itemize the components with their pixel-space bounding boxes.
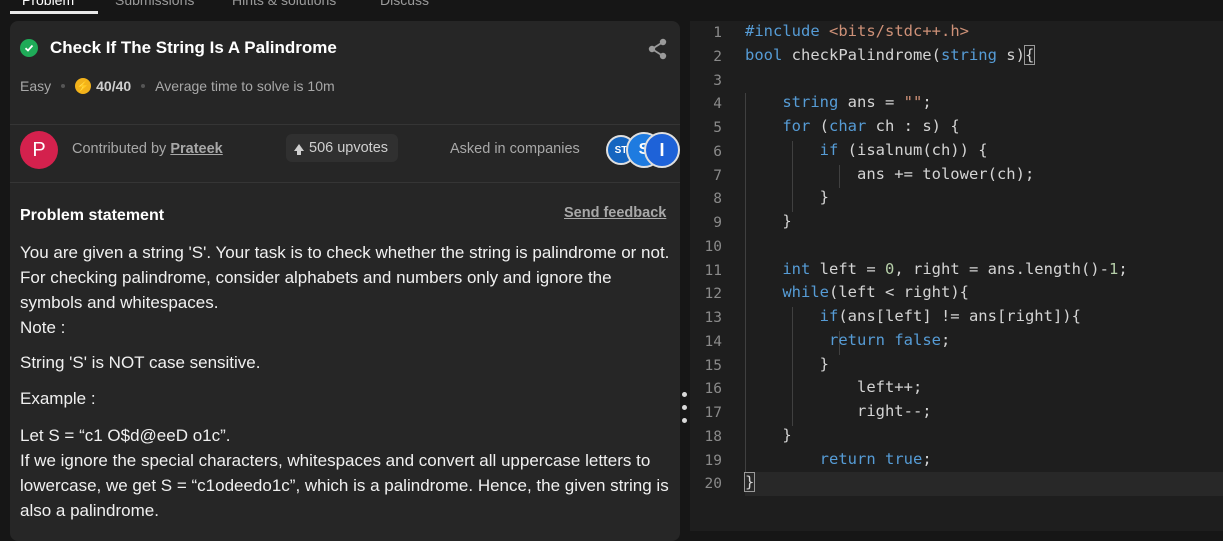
score-value: 40/40 [96,78,132,94]
code-line[interactable]: ans += tolower(ch); [745,165,1034,183]
line-number: 14 [704,333,722,350]
current-line-highlight [745,472,1223,496]
line-number: 8 [713,191,722,208]
separator-dot [61,84,66,88]
line-number: 18 [704,428,722,445]
line-number: 10 [704,238,722,255]
example-input: Let S = “c1 O$d@eeD o1c”. [20,426,231,445]
separator-dot [141,84,146,88]
tab-hints-solutions[interactable]: Hints & solutions [232,0,336,8]
code-line[interactable]: string ans = ""; [745,93,931,111]
line-number: 11 [704,262,722,279]
contributor-link[interactable]: Prateek [170,141,222,157]
line-number: 1 [713,25,722,41]
code-line[interactable]: } [743,472,756,493]
example-label: Example : [20,389,96,408]
line-number: 2 [713,48,722,65]
statement-note: String 'S' is NOT case sensitive. [20,353,261,372]
send-feedback-link[interactable]: Send feedback [564,205,666,221]
line-number: 7 [713,167,722,184]
problem-statement-heading: Problem statement [20,207,165,224]
line-number: 13 [704,310,722,326]
tab-problem[interactable]: Problem [22,0,74,8]
line-number: 12 [704,286,722,303]
line-number: 20 [704,476,722,493]
code-line[interactable]: bool checkPalindrome(string s){ [745,44,1036,65]
asked-in-companies-label: Asked in companies [450,141,580,157]
code-line[interactable]: return true; [745,450,932,468]
code-line[interactable]: right--; [745,402,932,420]
example-explanation: If we ignore the special characters, whi… [20,451,669,520]
code-line[interactable]: for (char ch : s) { [745,117,959,135]
company-logo: I [644,132,680,168]
title-row: Check If The String Is A Palindrome [20,38,337,58]
difficulty-label: Easy [20,78,52,94]
code-editor[interactable]: 1 2 3 4 5 6 7 8 9 10 11 12 13 14 15 16 17 18 19 20 #include… [690,21,1223,531]
code-line[interactable]: return false; [745,331,950,349]
statement-paragraph: You are given a string 'S'. Your task is… [20,243,670,312]
problem-meta: Easy ⚡ 40/40 Average time to solve is 10… [20,78,335,94]
company-logos[interactable]: ST S I [596,132,680,168]
line-number: 5 [713,120,722,136]
contributor-row: P Contributed by Prateek 506 upvotes Ask… [20,131,680,169]
line-number: 6 [713,143,722,160]
code-line[interactable]: int left = 0, right = ans.length()-1; [745,260,1127,278]
code-line[interactable]: } [745,426,791,444]
code-line[interactable]: #include <bits/stdc++.h> [745,22,969,40]
code-line[interactable]: if (isalnum(ch)) { [745,141,988,159]
statement-note-label: Note : [20,318,66,337]
line-number: 17 [704,405,722,421]
line-number: 3 [713,72,722,89]
upvote-count: 506 upvotes [309,140,389,156]
code-line[interactable]: left++; [745,378,922,396]
line-number: 16 [704,381,722,398]
contributed-by: Contributed by Prateek [72,141,223,157]
contributed-by-label: Contributed by [72,141,167,157]
tab-discuss[interactable]: Discuss [380,0,429,8]
problem-panel: Check If The String Is A Palindrome Easy… [10,21,680,541]
line-number: 9 [713,215,722,231]
code-line[interactable]: if(ans[left] != ans[right]){ [745,307,1081,325]
problem-tabs: Problem Submissions Hints & solutions Di… [0,0,680,14]
share-icon[interactable] [647,38,669,60]
divider [10,182,680,183]
line-number: 15 [704,357,722,374]
tab-submissions[interactable]: Submissions [115,0,194,8]
coin-icon: ⚡ [75,78,92,94]
active-tab-indicator [10,11,98,14]
code-line[interactable]: } [745,188,829,206]
line-number: 19 [704,452,722,469]
problem-title: Check If The String Is A Palindrome [50,38,337,57]
upvote-button[interactable]: 506 upvotes [286,134,399,162]
line-number: 4 [713,96,722,113]
code-line[interactable]: } [745,212,791,230]
code-line[interactable]: while(left < right){ [745,283,969,301]
average-time: Average time to solve is 10m [155,78,335,94]
contributor-avatar: P [20,131,58,169]
divider [10,124,680,125]
solved-check-icon [20,39,38,57]
panel-resize-handle[interactable] [682,392,688,430]
code-line[interactable]: } [745,355,829,373]
upvote-arrow-icon [294,143,304,155]
